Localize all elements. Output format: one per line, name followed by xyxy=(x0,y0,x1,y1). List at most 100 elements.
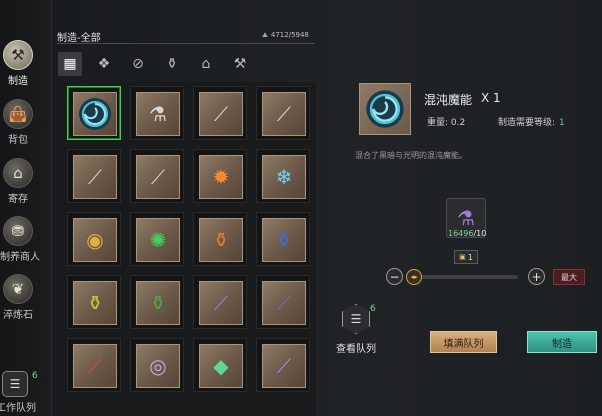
disabled-filter-icon: ⊘ xyxy=(132,56,144,72)
bag-small-icon: ▣ xyxy=(459,253,466,261)
recipe-item[interactable]: ✹ xyxy=(193,149,247,203)
filter-tool[interactable]: ⚒ xyxy=(228,52,252,76)
minus-icon: − xyxy=(389,269,400,284)
wooden-staff-icon: ⟋ xyxy=(136,155,180,199)
detail-item-weight: 重量: 0.2 xyxy=(427,118,466,128)
material-have: 16496 xyxy=(448,229,474,238)
quantity-slider-row: − ◂▸ + 最大 xyxy=(386,268,601,286)
filter-disabled[interactable]: ⊘ xyxy=(126,52,150,76)
weight-icon: ⛰ xyxy=(262,31,268,39)
sidebar-item-label: 寄存 xyxy=(8,194,28,205)
filter-all[interactable]: ▦ xyxy=(58,52,82,76)
recipe-item[interactable]: ⚱ xyxy=(67,275,121,329)
max-button[interactable]: 最大 xyxy=(553,269,585,285)
merchant-icon: ⛃ xyxy=(3,216,33,246)
building-icon: ⌂ xyxy=(201,56,211,72)
recipe-item[interactable]: ⚗ xyxy=(130,86,184,140)
view-queue-label: 查看队列 xyxy=(336,344,376,355)
decrease-button[interactable]: − xyxy=(386,268,403,285)
recipe-item[interactable]: ⟋ xyxy=(193,275,247,329)
quantity-slider-thumb[interactable]: ◂▸ xyxy=(406,269,423,285)
material-count: 16496/10 xyxy=(448,229,486,238)
orange-potion-icon: ⚱ xyxy=(199,218,243,262)
green-potion-icon: ⚱ xyxy=(136,281,180,325)
fire-essence-icon: ✹ xyxy=(199,155,243,199)
potion-icon: ⚱ xyxy=(166,56,178,72)
material-icon: ❖ xyxy=(97,56,111,72)
detail-description: 混合了黑暗与光明的混沌魔能。 xyxy=(355,151,467,160)
crystal-orb-icon: ◎ xyxy=(136,344,180,388)
chaos-orb-icon xyxy=(73,92,117,136)
gold-amulet-icon: ◉ xyxy=(73,218,117,262)
recipe-item[interactable]: ⟋ xyxy=(256,275,310,329)
carry-weight-value: 4712/5948 xyxy=(270,31,309,39)
queue-icon: ☰ xyxy=(342,304,370,334)
purple-potion-icon: ⚗ xyxy=(136,92,180,136)
sidebar-item-storage[interactable]: ⌂ 寄存 xyxy=(0,158,36,205)
sidebar-item-label: 制造 xyxy=(8,76,28,87)
green-crystal-icon: ◆ xyxy=(199,344,243,388)
violet-wand-icon: ⟋ xyxy=(199,281,243,325)
increase-button[interactable]: + xyxy=(528,268,545,285)
left-sidebar: ⚒ 制造 👜 背包 ⌂ 寄存 ⛃ 制养商人 ❦ 淬炼石 ☰ 6 工作队列 xyxy=(0,0,52,416)
blue-potion-icon: ⚱ xyxy=(262,218,306,262)
ice-essence-icon: ❄ xyxy=(262,155,306,199)
iron-wand-icon: ⟋ xyxy=(262,281,306,325)
recipe-item[interactable]: ⟋ xyxy=(67,338,121,392)
plus-icon: + xyxy=(531,269,542,284)
craft-quantity-display: ▣ 1 xyxy=(454,250,478,264)
fill-queue-button[interactable]: 填满队列 xyxy=(430,331,497,353)
queue-icon: ☰ xyxy=(2,371,28,397)
detail-item-icon xyxy=(359,83,411,135)
recipe-item[interactable] xyxy=(67,86,121,140)
required-level-value: 1 xyxy=(559,118,565,128)
recipe-item[interactable]: ⚱ xyxy=(130,275,184,329)
sidebar-item-bag[interactable]: 👜 背包 xyxy=(0,99,36,146)
quantity-slider-track[interactable] xyxy=(412,275,518,279)
recipe-item[interactable]: ⟋ xyxy=(67,149,121,203)
yellow-potion-icon: ⚱ xyxy=(73,281,117,325)
recipe-item[interactable]: ⚱ xyxy=(256,212,310,266)
hammer-icon: ⚒ xyxy=(3,40,33,70)
recipe-item[interactable]: ◆ xyxy=(193,338,247,392)
sidebar-item-craft[interactable]: ⚒ 制造 xyxy=(0,40,36,87)
carry-weight: ⛰ 4712/5948 xyxy=(262,31,309,40)
filter-material[interactable]: ❖ xyxy=(92,52,116,76)
recipe-item[interactable]: ❄ xyxy=(256,149,310,203)
queue-badge: 6 xyxy=(32,371,38,381)
purple-potion-icon: ⚗ xyxy=(457,206,475,230)
recipe-item[interactable]: ✺ xyxy=(130,212,184,266)
filter-potion[interactable]: ⚱ xyxy=(160,52,184,76)
craft-quantity-value: 1 xyxy=(467,252,473,262)
recipe-item[interactable]: ⟋ xyxy=(256,86,310,140)
sidebar-item-stone[interactable]: ❦ 淬炼石 xyxy=(0,274,36,321)
sidebar-item-merchant[interactable]: ⛃ 制养商人 xyxy=(0,216,40,263)
storage-icon: ⌂ xyxy=(3,158,33,188)
golden-staff-icon: ⟋ xyxy=(199,92,243,136)
recipe-item[interactable]: ◎ xyxy=(130,338,184,392)
detail-required-level: 制造需要等级: 1 xyxy=(498,115,565,128)
recipe-grid: ⚗ ⟋ ⟋ ⟋ ⟋ ✹ ❄ ◉ ✺ ⚱ ⚱ ⚱ ⚱ ⟋ ⟋ ⟋ ◎ ◆ ⟋ xyxy=(63,82,316,416)
detail-item-quantity: X 1 xyxy=(481,91,501,105)
crafting-screen: ⚒ 制造 👜 背包 ⌂ 寄存 ⛃ 制养商人 ❦ 淬炼石 ☰ 6 工作队列 制造-… xyxy=(0,0,602,416)
queue-count-badge: 6 xyxy=(370,304,376,314)
view-queue-button[interactable]: ☰ 6 查看队列 xyxy=(330,304,382,355)
chaos-orb-icon xyxy=(366,90,404,128)
red-wand-icon: ⟋ xyxy=(73,344,117,388)
recipe-item[interactable]: ⟋ xyxy=(130,149,184,203)
craft-button[interactable]: 制造 xyxy=(527,331,597,353)
header-divider xyxy=(57,43,315,44)
recipe-item[interactable]: ◉ xyxy=(67,212,121,266)
bone-staff-icon: ⟋ xyxy=(73,155,117,199)
recipe-item[interactable]: ⚱ xyxy=(193,212,247,266)
sidebar-item-queue[interactable]: ☰ 6 工作队列 xyxy=(0,371,40,414)
jade-staff-icon: ⟋ xyxy=(262,92,306,136)
material-need: /10 xyxy=(473,229,487,238)
green-rune-icon: ✺ xyxy=(136,218,180,262)
detail-item-name: 混沌魔能 xyxy=(424,93,473,107)
violet-scepter-icon: ⟋ xyxy=(262,344,306,388)
filter-building[interactable]: ⌂ xyxy=(194,52,218,76)
recipe-item[interactable]: ⟋ xyxy=(256,338,310,392)
recipe-item[interactable]: ⟋ xyxy=(193,86,247,140)
sidebar-item-label: 制养商人 xyxy=(0,252,40,263)
